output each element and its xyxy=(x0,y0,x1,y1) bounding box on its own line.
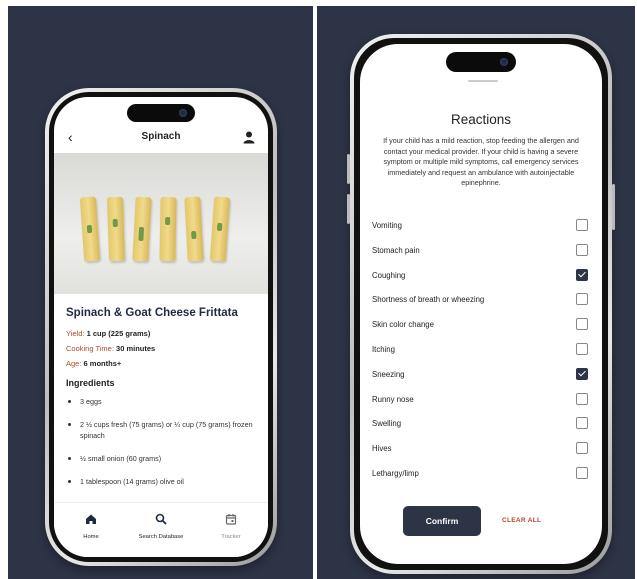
checkbox[interactable] xyxy=(576,318,588,331)
list-item: ½ small onion (60 grams) xyxy=(66,453,258,464)
checkbox[interactable] xyxy=(576,293,588,306)
reaction-row-vomiting[interactable]: Vomiting xyxy=(372,216,588,241)
phone-recipe: ‹ Spinach Spinach & Goat Cheese Frittata… xyxy=(45,88,277,566)
reaction-row-itching[interactable]: Itching xyxy=(372,340,588,365)
sheet-grabber[interactable] xyxy=(468,80,498,82)
checkbox[interactable] xyxy=(576,442,588,455)
calendar-icon xyxy=(225,514,237,525)
dynamic-island xyxy=(446,52,516,72)
checkbox[interactable] xyxy=(576,392,588,405)
page-title: Spinach xyxy=(141,131,181,142)
phone-reactions: Reactions If your child has a mild react… xyxy=(347,34,615,574)
reaction-row-hives[interactable]: Hives xyxy=(372,439,588,464)
confirm-button[interactable]: Confirm xyxy=(403,506,481,536)
list-item: 2 ½ cups fresh (75 grams) or ¼ cup (75 g… xyxy=(66,419,258,441)
reaction-list: Vomiting Stomach pain Coughing Shortness… xyxy=(372,216,588,489)
recipe-screen: ‹ Spinach Spinach & Goat Cheese Frittata… xyxy=(54,97,268,557)
checkbox[interactable] xyxy=(576,243,588,256)
recipe-content: Spinach & Goat Cheese Frittata Yield: 1 … xyxy=(66,307,258,499)
checkbox[interactable] xyxy=(576,417,588,430)
reaction-row-swelling[interactable]: Swelling xyxy=(372,414,588,439)
reaction-row-runny-nose[interactable]: Runny nose xyxy=(372,390,588,415)
age-row: Age: 6 months+ xyxy=(66,359,122,368)
list-item: 1 tablespoon (14 grams) olive oil xyxy=(66,476,258,487)
ingredients-heading: Ingredients xyxy=(66,378,115,388)
tab-tracker[interactable]: Tracker xyxy=(196,513,266,540)
reactions-title: Reactions xyxy=(450,112,512,127)
tab-search-database[interactable]: Search Database xyxy=(126,513,196,540)
checkbox-checked[interactable] xyxy=(576,367,588,380)
yield-row: Yield: 1 cup (225 grams) xyxy=(66,329,151,338)
reactions-description: If your child has a mild reaction, stop … xyxy=(383,136,579,188)
reaction-row-shortness-of-breath[interactable]: Shortness of breath or wheezing xyxy=(372,290,588,315)
search-icon xyxy=(155,513,167,525)
user-icon[interactable] xyxy=(242,130,256,144)
cooking-time-row: Cooking Time: 30 minutes xyxy=(66,344,156,353)
clear-all-button[interactable]: CLEAR ALL xyxy=(502,517,541,524)
reaction-row-skin-color-change[interactable]: Skin color change xyxy=(372,315,588,340)
checkbox[interactable] xyxy=(576,466,588,479)
reaction-row-coughing[interactable]: Coughing xyxy=(372,266,588,291)
checkbox-checked[interactable] xyxy=(576,268,588,281)
reactions-screen: Reactions If your child has a mild react… xyxy=(360,44,602,564)
checkbox[interactable] xyxy=(576,219,588,231)
recipe-title: Spinach & Goat Cheese Frittata xyxy=(66,307,238,319)
dynamic-island xyxy=(127,104,195,122)
nav-bar: ‹ Spinach xyxy=(54,127,268,149)
reaction-row-sneezing[interactable]: Sneezing xyxy=(372,365,588,390)
tab-bar: Home Search Database Tracker xyxy=(54,502,268,557)
tab-home[interactable]: Home xyxy=(56,513,126,540)
checkbox[interactable] xyxy=(576,342,588,355)
reaction-row-lethargy[interactable]: Lethargy/limp xyxy=(372,464,588,489)
list-item: 3 eggs xyxy=(66,396,258,407)
recipe-photo xyxy=(54,153,268,294)
home-icon xyxy=(86,514,96,524)
reaction-row-stomach-pain[interactable]: Stomach pain xyxy=(372,241,588,266)
